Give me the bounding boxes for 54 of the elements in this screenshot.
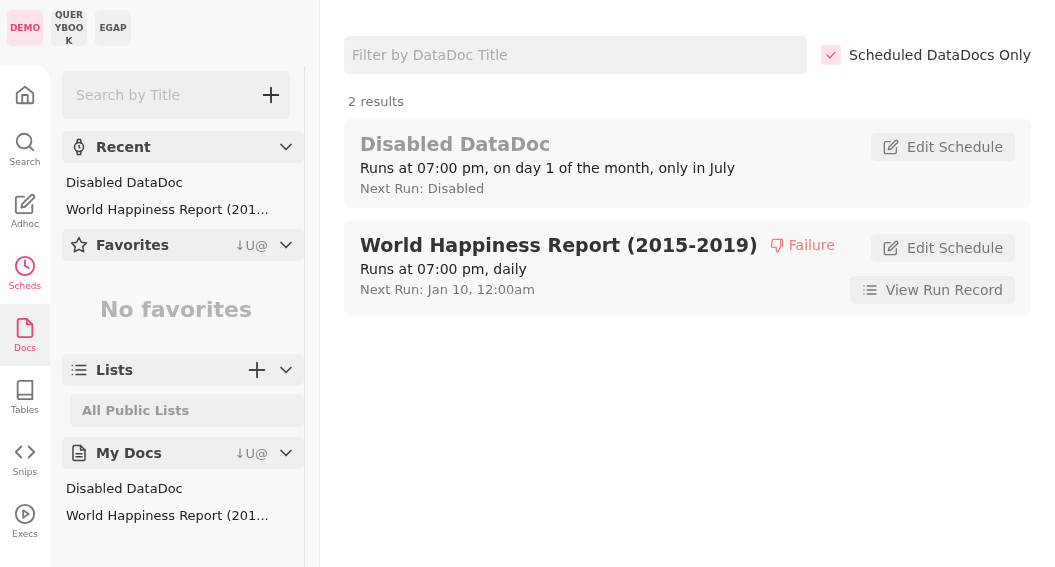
clock-icon [14, 255, 36, 277]
doc-title: Disabled DataDoc [360, 133, 551, 155]
thumbs-down-icon [769, 237, 785, 253]
nav-item[interactable]: Docs [0, 304, 50, 366]
empty-message: No favorites [99, 296, 253, 324]
list-icon [861, 282, 878, 298]
section-title: My Docs [96, 445, 163, 461]
doc-link[interactable]: World Happiness Report (201... [62, 502, 290, 529]
section-header[interactable]: My Docs ↓U@ [62, 437, 304, 469]
filter-field[interactable]: Filter by DataDoc Title [344, 36, 808, 74]
checkbox-label: Scheduled DataDocs Only [849, 47, 1031, 63]
nav-item[interactable]: Snips [0, 428, 50, 490]
checkbox[interactable] [821, 45, 842, 65]
doc-link[interactable]: Disabled DataDoc [62, 169, 290, 196]
edit-icon [883, 240, 900, 256]
plus-icon [246, 359, 268, 381]
doc-link[interactable]: Disabled DataDoc [62, 475, 290, 502]
book-icon [14, 379, 36, 401]
environment-button[interactable]: DEMO [7, 10, 43, 46]
home-icon [14, 84, 36, 106]
sort-toggle[interactable]: ↓U@ [234, 445, 268, 461]
schedule-text: Runs at 07:00 pm, daily [360, 261, 528, 277]
play-circle-icon [14, 503, 36, 525]
sort-toggle[interactable]: ↓U@ [234, 237, 268, 253]
section-title: Lists [96, 362, 135, 378]
view-run-record-button[interactable]: View Run Record [849, 276, 1015, 304]
edit-schedule-button[interactable]: Edit Schedule [871, 234, 1015, 262]
nav-item[interactable]: Adhoc [0, 180, 50, 242]
section-title: Favorites [96, 237, 171, 253]
section-header[interactable]: Recent [62, 131, 304, 163]
nav-item[interactable]: Search [0, 118, 50, 180]
result-count: 2 results [348, 94, 405, 109]
doc-link[interactable]: World Happiness Report (201... [62, 196, 290, 223]
next-run-text: Next Run: Disabled [360, 181, 486, 196]
schedule-text: Runs at 07:00 pm, on day 1 of the month, only in July [360, 160, 736, 176]
status-label: Failure [769, 237, 835, 253]
section-title: Recent [96, 139, 152, 155]
section-header[interactable]: Lists [62, 354, 304, 386]
list-item[interactable]: All Public Lists [70, 394, 304, 427]
pencil-square-icon [14, 193, 36, 215]
environment-button[interactable]: EGAP [95, 10, 131, 46]
document-icon [70, 444, 88, 462]
section-header[interactable]: Favorites ↓U@ [62, 229, 304, 261]
doc-title: World Happiness Report (2015-2019) [360, 234, 758, 256]
nav-item[interactable]: Tables [0, 366, 50, 428]
plus-icon [260, 84, 282, 106]
next-run-text: Next Run: Jan 10, 12:00am [360, 282, 536, 297]
edit-icon [883, 139, 900, 155]
search-icon [14, 131, 36, 153]
star-icon [70, 236, 88, 254]
environment-button[interactable]: QUERYBOOK [51, 10, 87, 46]
document-icon [14, 317, 36, 339]
nav-item[interactable]: Execs [0, 490, 50, 552]
nav-item[interactable]: Scheds [0, 242, 50, 304]
